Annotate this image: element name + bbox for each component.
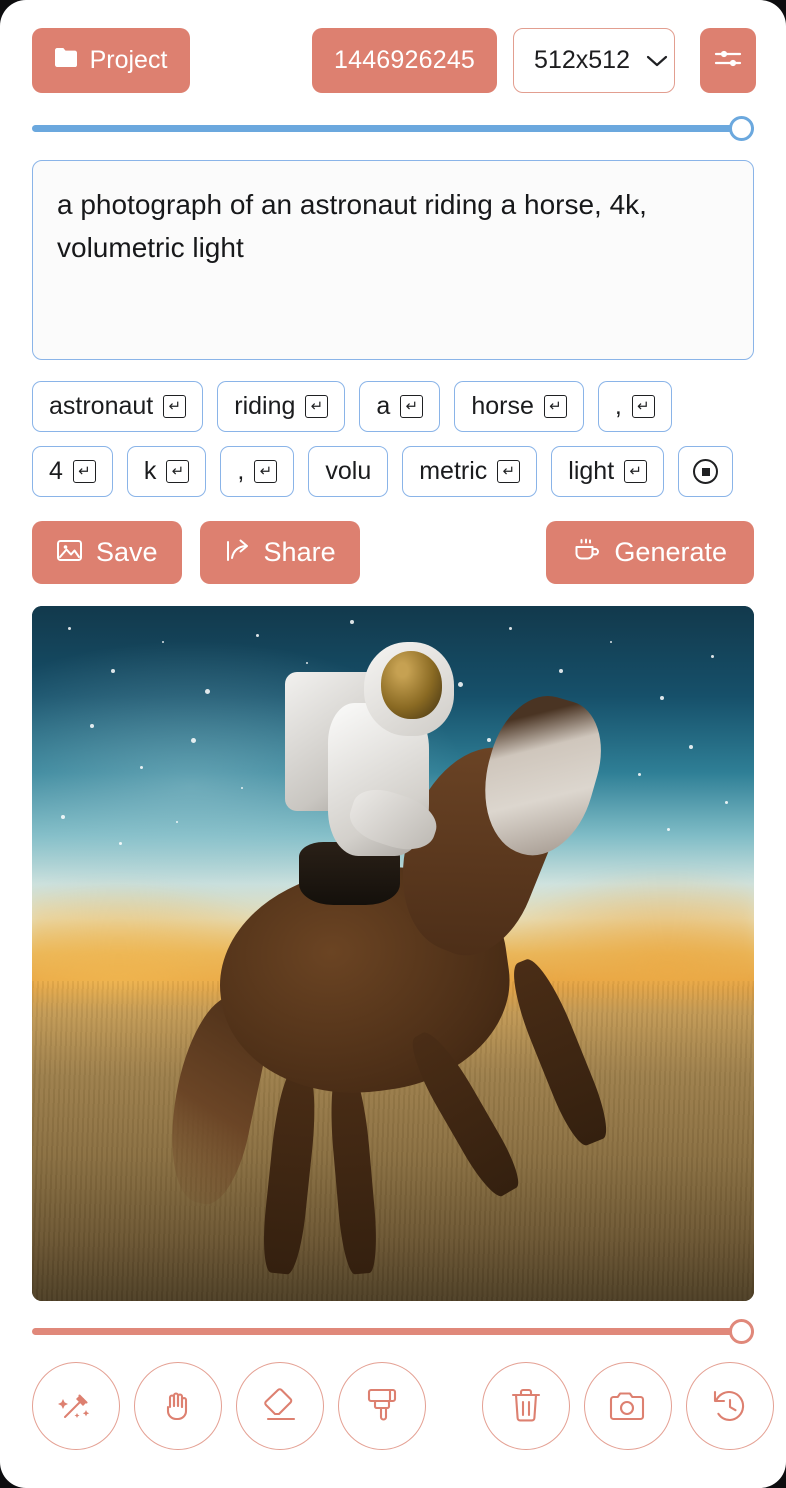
return-key-icon: ↵	[400, 395, 424, 418]
action-row: Save Share Generate	[32, 521, 754, 584]
seed-value: 1446926245	[334, 46, 476, 74]
token-label: ,	[614, 392, 622, 420]
token-chip[interactable]: volu	[308, 446, 389, 497]
token-chip[interactable]: k ↵	[126, 446, 207, 497]
magic-wand-tool[interactable]	[32, 1362, 120, 1450]
eraser-tool[interactable]	[236, 1362, 324, 1450]
image-size-value: 512x512	[534, 46, 630, 74]
token-label: a	[376, 392, 391, 420]
image-icon	[56, 538, 83, 568]
magic-wand-icon	[56, 1386, 96, 1426]
camera-icon	[608, 1389, 648, 1423]
slider-thumb[interactable]	[729, 115, 754, 141]
image-size-select[interactable]: 512x512	[513, 28, 675, 93]
token-label: riding	[234, 392, 296, 420]
token-chip-list: astronaut ↵ riding ↵ a ↵ horse ↵ , ↵ 4 ↵…	[32, 381, 754, 497]
token-label: k	[143, 457, 157, 485]
token-chip[interactable]: astronaut ↵	[32, 381, 204, 432]
generated-image-canvas[interactable]	[32, 606, 754, 1301]
token-label: 4	[49, 457, 63, 485]
token-chip[interactable]: , ↵	[597, 381, 672, 432]
paint-brush-icon	[364, 1386, 400, 1426]
return-key-icon: ↵	[72, 460, 96, 483]
token-chip[interactable]: horse ↵	[454, 381, 584, 432]
top-toolbar: Project 1446926245 512x512	[0, 0, 786, 93]
sliders-icon	[712, 45, 744, 76]
share-button[interactable]: Share	[199, 521, 360, 584]
token-label: volu	[325, 457, 372, 485]
brush-size-slider[interactable]	[32, 1318, 754, 1344]
astronaut-visor	[380, 651, 443, 720]
return-key-icon: ↵	[163, 395, 187, 418]
prompt-input[interactable]	[32, 160, 754, 360]
return-key-icon: ↵	[166, 460, 190, 483]
token-chip-end[interactable]	[678, 446, 734, 497]
settings-button[interactable]	[699, 28, 756, 93]
return-key-icon: ↵	[254, 460, 278, 483]
token-label: astronaut	[49, 392, 154, 420]
token-chip[interactable]: a ↵	[359, 381, 441, 432]
trash-icon	[509, 1387, 543, 1425]
circle-square-icon	[693, 459, 719, 484]
history-clock-icon	[711, 1387, 749, 1425]
share-arrow-icon	[224, 538, 251, 568]
token-chip[interactable]: , ↵	[220, 446, 295, 497]
generate-button[interactable]: Generate	[546, 521, 754, 584]
app-window: Project 1446926245 512x512 a photograph …	[0, 0, 786, 1488]
snapshot-button[interactable]	[584, 1362, 672, 1450]
token-chip[interactable]: riding ↵	[217, 381, 346, 432]
history-button[interactable]	[686, 1362, 774, 1450]
slider-thumb[interactable]	[729, 1318, 754, 1344]
seed-button[interactable]: 1446926245	[312, 28, 498, 93]
project-button-label: Project	[89, 46, 168, 74]
token-label: metric	[419, 457, 488, 485]
return-key-icon: ↵	[631, 395, 655, 418]
project-button[interactable]: Project	[32, 28, 190, 93]
eraser-icon	[260, 1388, 300, 1424]
token-chip[interactable]: 4 ↵	[32, 446, 113, 497]
folder-icon	[53, 47, 79, 74]
token-chip[interactable]: light ↵	[551, 446, 665, 497]
token-label: light	[568, 457, 615, 485]
pan-tool[interactable]	[134, 1362, 222, 1450]
save-button[interactable]: Save	[32, 521, 182, 584]
hand-icon	[159, 1387, 197, 1425]
coffee-cup-icon	[573, 537, 601, 568]
chevron-down-icon	[646, 46, 668, 75]
token-label: ,	[237, 457, 245, 485]
share-button-label: Share	[263, 537, 336, 567]
delete-button[interactable]	[482, 1362, 570, 1450]
slider-track	[32, 1327, 754, 1335]
return-key-icon: ↵	[624, 460, 648, 483]
token-chip[interactable]: metric ↵	[402, 446, 538, 497]
brush-tool[interactable]	[338, 1362, 426, 1450]
return-key-icon: ↵	[305, 395, 329, 418]
bottom-toolbar	[32, 1362, 774, 1450]
strength-slider[interactable]	[32, 115, 754, 141]
slider-track	[32, 124, 754, 132]
return-key-icon: ↵	[497, 460, 521, 483]
save-button-label: Save	[96, 537, 158, 567]
token-label: horse	[471, 392, 534, 420]
return-key-icon: ↵	[543, 395, 567, 418]
generate-button-label: Generate	[614, 537, 727, 567]
